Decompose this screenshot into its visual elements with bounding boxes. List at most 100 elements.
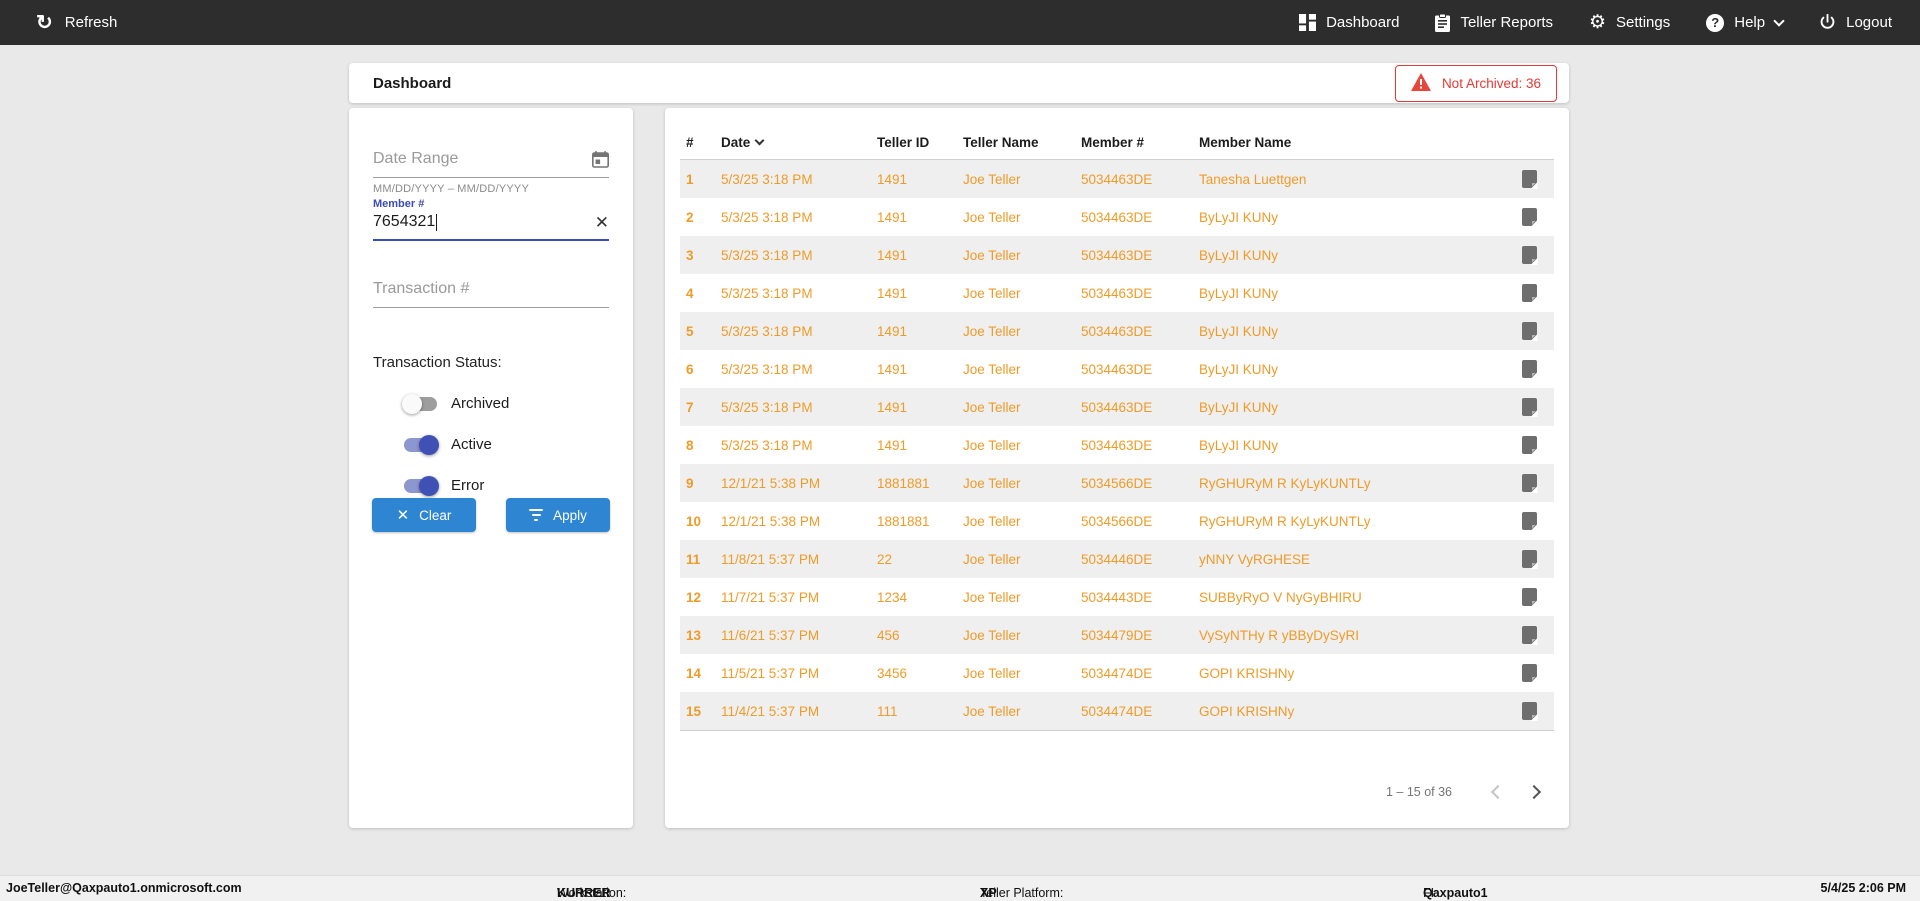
cell-num: 4	[686, 286, 721, 301]
help-icon: ?	[1706, 14, 1724, 32]
nav-settings[interactable]: ⚙ Settings	[1589, 13, 1670, 32]
previous-page-button[interactable]	[1478, 774, 1514, 810]
note-icon[interactable]	[1522, 436, 1537, 454]
note-icon[interactable]	[1522, 474, 1537, 492]
cell-date: 11/6/21 5:37 PM	[721, 628, 877, 643]
cell-mnum: 5034463DE	[1081, 210, 1199, 225]
cell-mname: Tanesha Luettgen	[1199, 172, 1504, 187]
refresh-icon: ↻	[36, 13, 53, 33]
date-range-field[interactable]: Date Range MM/DD/YYYY – MM/DD/YYYY	[373, 150, 609, 195]
toggle-track	[404, 397, 437, 411]
cell-tname: Joe Teller	[963, 514, 1081, 529]
table-row[interactable]: 75/3/25 3:18 PM1491Joe Teller5034463DEBy…	[680, 388, 1554, 426]
table-row[interactable]: 85/3/25 3:18 PM1491Joe Teller5034463DEBy…	[680, 426, 1554, 464]
cell-num: 6	[686, 362, 721, 377]
table-row[interactable]: 1411/5/21 5:37 PM3456Joe Teller5034474DE…	[680, 654, 1554, 692]
table-row[interactable]: 1511/4/21 5:37 PM111Joe Teller5034474DEG…	[680, 692, 1554, 730]
cell-date: 5/3/25 3:18 PM	[721, 248, 877, 263]
cell-mnum: 5034443DE	[1081, 590, 1199, 605]
note-icon[interactable]	[1522, 626, 1537, 644]
table-row[interactable]: 25/3/25 3:18 PM1491Joe Teller5034463DEBy…	[680, 198, 1554, 236]
note-icon[interactable]	[1522, 208, 1537, 226]
toggle-active[interactable]: Active	[404, 436, 609, 453]
col-teller-id[interactable]: Teller ID	[877, 135, 963, 150]
cell-num: 14	[686, 666, 721, 681]
table-row[interactable]: 1111/8/21 5:37 PM22Joe Teller5034446DEyN…	[680, 540, 1554, 578]
cell-mname: ByLyJI KUNy	[1199, 400, 1504, 415]
table-row[interactable]: 65/3/25 3:18 PM1491Joe Teller5034463DEBy…	[680, 350, 1554, 388]
cell-tname: Joe Teller	[963, 704, 1081, 719]
table-row[interactable]: 45/3/25 3:18 PM1491Joe Teller5034463DEBy…	[680, 274, 1554, 312]
col-member-number[interactable]: Member #	[1081, 135, 1199, 150]
nav-logout[interactable]: Logout	[1819, 14, 1892, 31]
logged-in-user: JoeTeller@Qaxpauto1.onmicrosoft.com	[6, 881, 242, 895]
member-input[interactable]: 7654321	[373, 213, 435, 231]
note-icon[interactable]	[1522, 664, 1537, 682]
x-icon: ✕	[397, 506, 410, 524]
note-icon[interactable]	[1522, 360, 1537, 378]
warning-icon	[1411, 73, 1431, 94]
cell-mname: ByLyJI KUNy	[1199, 248, 1504, 263]
cell-tid: 22	[877, 552, 963, 567]
cell-mname: yNNY VyRGHESE	[1199, 552, 1504, 567]
not-archived-badge[interactable]: Not Archived: 36	[1395, 65, 1557, 102]
cell-date: 5/3/25 3:18 PM	[721, 362, 877, 377]
nav-dashboard[interactable]: Dashboard	[1299, 14, 1399, 31]
cell-tid: 1491	[877, 400, 963, 415]
cell-tname: Joe Teller	[963, 210, 1081, 225]
toggle-error[interactable]: Error	[404, 477, 609, 494]
cell-mnum: 5034463DE	[1081, 172, 1199, 187]
cell-mname: SUBByRyO V NyGyBHIRU	[1199, 590, 1504, 605]
cell-date: 5/3/25 3:18 PM	[721, 286, 877, 301]
cell-mname: RyGHURyM R KyLyKUNTLy	[1199, 476, 1504, 491]
cell-num: 2	[686, 210, 721, 225]
note-icon[interactable]	[1522, 322, 1537, 340]
cell-mname: ByLyJI KUNy	[1199, 438, 1504, 453]
table-row[interactable]: 55/3/25 3:18 PM1491Joe Teller5034463DEBy…	[680, 312, 1554, 350]
table-row[interactable]: 1211/7/21 5:37 PM1234Joe Teller5034443DE…	[680, 578, 1554, 616]
table-row[interactable]: 35/3/25 3:18 PM1491Joe Teller5034463DEBy…	[680, 236, 1554, 274]
transaction-field[interactable]: Transaction #	[373, 280, 609, 308]
chevron-down-icon	[1773, 15, 1784, 26]
cell-date: 5/3/25 3:18 PM	[721, 438, 877, 453]
nav-help[interactable]: ? Help	[1706, 14, 1783, 32]
cell-tid: 456	[877, 628, 963, 643]
note-icon[interactable]	[1522, 702, 1537, 720]
col-number[interactable]: #	[686, 135, 721, 150]
cell-tid: 1234	[877, 590, 963, 605]
cell-mname: ByLyJI KUNy	[1199, 324, 1504, 339]
toggle-track	[404, 479, 437, 493]
note-icon[interactable]	[1522, 246, 1537, 264]
clear-button[interactable]: ✕ Clear	[372, 498, 476, 532]
table-row[interactable]: 15/3/25 3:18 PM1491Joe Teller5034463DETa…	[680, 160, 1554, 198]
calendar-icon[interactable]	[592, 151, 609, 168]
note-icon[interactable]	[1522, 170, 1537, 188]
apply-button[interactable]: Apply	[506, 498, 610, 532]
cell-tname: Joe Teller	[963, 248, 1081, 263]
toggle-track	[404, 438, 437, 452]
table-row[interactable]: 1012/1/21 5:38 PM1881881Joe Teller503456…	[680, 502, 1554, 540]
cell-mnum: 5034566DE	[1081, 476, 1199, 491]
note-icon[interactable]	[1522, 398, 1537, 416]
cell-date: 12/1/21 5:38 PM	[721, 476, 877, 491]
cell-mnum: 5034566DE	[1081, 514, 1199, 529]
note-icon[interactable]	[1522, 284, 1537, 302]
table-row[interactable]: 912/1/21 5:38 PM1881881Joe Teller5034566…	[680, 464, 1554, 502]
cell-mname: VySyNTHy R yBByDySyRI	[1199, 628, 1504, 643]
sort-desc-icon	[755, 136, 765, 146]
toggle-archived[interactable]: Archived	[404, 395, 609, 412]
refresh-button[interactable]: ↻ Refresh	[0, 13, 117, 33]
col-date[interactable]: Date	[721, 135, 877, 150]
member-label: Member #	[373, 198, 609, 210]
next-page-button[interactable]	[1518, 774, 1554, 810]
col-member-name[interactable]: Member Name	[1199, 135, 1504, 150]
nav-teller-reports[interactable]: Teller Reports	[1435, 14, 1553, 32]
note-icon[interactable]	[1522, 588, 1537, 606]
note-icon[interactable]	[1522, 512, 1537, 530]
cell-tid: 1881881	[877, 514, 963, 529]
cell-num: 15	[686, 704, 721, 719]
col-teller-name[interactable]: Teller Name	[963, 135, 1081, 150]
note-icon[interactable]	[1522, 550, 1537, 568]
table-row[interactable]: 1311/6/21 5:37 PM456Joe Teller5034479DEV…	[680, 616, 1554, 654]
clear-member-icon[interactable]: ✕	[595, 214, 609, 231]
